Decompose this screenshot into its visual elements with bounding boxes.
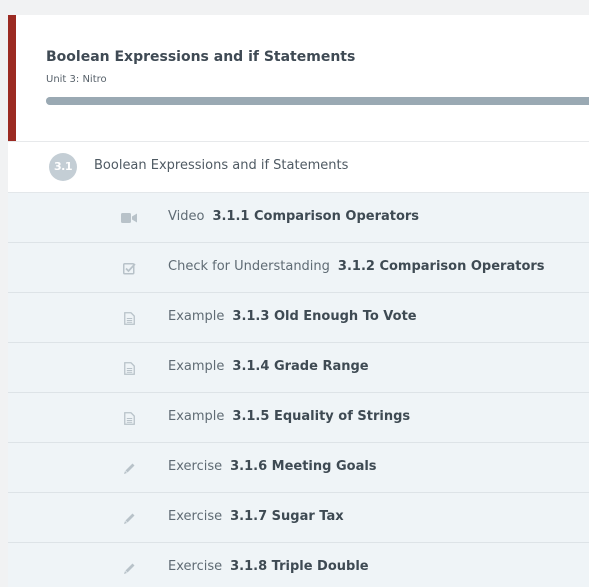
- activity-type: Exercise: [168, 509, 223, 524]
- document-icon: [120, 409, 138, 427]
- activity-name[interactable]: 3.1.5 Equality of Strings: [232, 409, 410, 424]
- activity-type: Exercise: [168, 459, 223, 474]
- progress-bar-fill: [46, 97, 589, 105]
- section-header[interactable]: 3.1 Boolean Expressions and if Statement…: [8, 142, 589, 193]
- activity-name[interactable]: 3.1.4 Grade Range: [232, 359, 368, 374]
- document-icon: [120, 309, 138, 327]
- section-title: Boolean Expressions and if Statements: [94, 158, 349, 173]
- activity-label: Exercise 3.1.6 Meeting Goals: [168, 459, 377, 474]
- page: Boolean Expressions and if Statements Un…: [0, 0, 589, 587]
- activity-row[interactable]: Example 3.1.5 Equality of Strings: [8, 393, 589, 443]
- activity-label: Video 3.1.1 Comparison Operators: [168, 209, 419, 224]
- document-icon: [120, 359, 138, 377]
- activity-name[interactable]: 3.1.7 Sugar Tax: [230, 509, 344, 524]
- progress-bar: [46, 97, 589, 105]
- activity-label: Example 3.1.5 Equality of Strings: [168, 409, 410, 424]
- pencil-icon: [120, 459, 138, 477]
- pencil-icon: [120, 509, 138, 527]
- activity-type: Exercise: [168, 559, 223, 574]
- header-accent-bar: [8, 15, 16, 141]
- video-camera-icon: [120, 209, 138, 227]
- activity-type: Check for Understanding: [168, 259, 330, 274]
- section-number-badge: 3.1: [49, 153, 77, 181]
- activity-row[interactable]: Video 3.1.1 Comparison Operators: [8, 193, 589, 243]
- activity-row[interactable]: Example 3.1.4 Grade Range: [8, 343, 589, 393]
- activity-name[interactable]: 3.1.6 Meeting Goals: [230, 459, 376, 474]
- checkbox-icon: [120, 259, 138, 277]
- activity-label: Example 3.1.4 Grade Range: [168, 359, 369, 374]
- activity-row[interactable]: Exercise 3.1.7 Sugar Tax: [8, 493, 589, 543]
- lesson-header: Boolean Expressions and if Statements Un…: [8, 15, 589, 142]
- activity-name[interactable]: 3.1.8 Triple Double: [230, 559, 369, 574]
- activity-type: Example: [168, 309, 225, 324]
- activity-name[interactable]: 3.1.1 Comparison Operators: [212, 209, 419, 224]
- activity-label: Check for Understanding 3.1.2 Comparison …: [168, 259, 545, 274]
- lesson-title: Boolean Expressions and if Statements: [46, 49, 356, 65]
- activity-row[interactable]: Example 3.1.3 Old Enough To Vote: [8, 293, 589, 343]
- activity-type: Example: [168, 359, 225, 374]
- activity-row[interactable]: Exercise 3.1.6 Meeting Goals: [8, 443, 589, 493]
- pencil-icon: [120, 559, 138, 577]
- activity-list: Video 3.1.1 Comparison Operators Check for…: [8, 193, 589, 587]
- activity-type: Video: [168, 209, 205, 224]
- activity-name[interactable]: 3.1.3 Old Enough To Vote: [232, 309, 416, 324]
- activity-row[interactable]: Exercise 3.1.8 Triple Double: [8, 543, 589, 587]
- unit-label: Unit 3: Nitro: [46, 74, 107, 85]
- activity-name[interactable]: 3.1.2 Comparison Operators: [338, 259, 545, 274]
- activity-label: Exercise 3.1.8 Triple Double: [168, 559, 369, 574]
- activity-label: Example 3.1.3 Old Enough To Vote: [168, 309, 417, 324]
- activity-type: Example: [168, 409, 225, 424]
- activity-row[interactable]: Check for Understanding 3.1.2 Comparison …: [8, 243, 589, 293]
- activity-label: Exercise 3.1.7 Sugar Tax: [168, 509, 344, 524]
- lesson-card: Boolean Expressions and if Statements Un…: [8, 15, 589, 587]
